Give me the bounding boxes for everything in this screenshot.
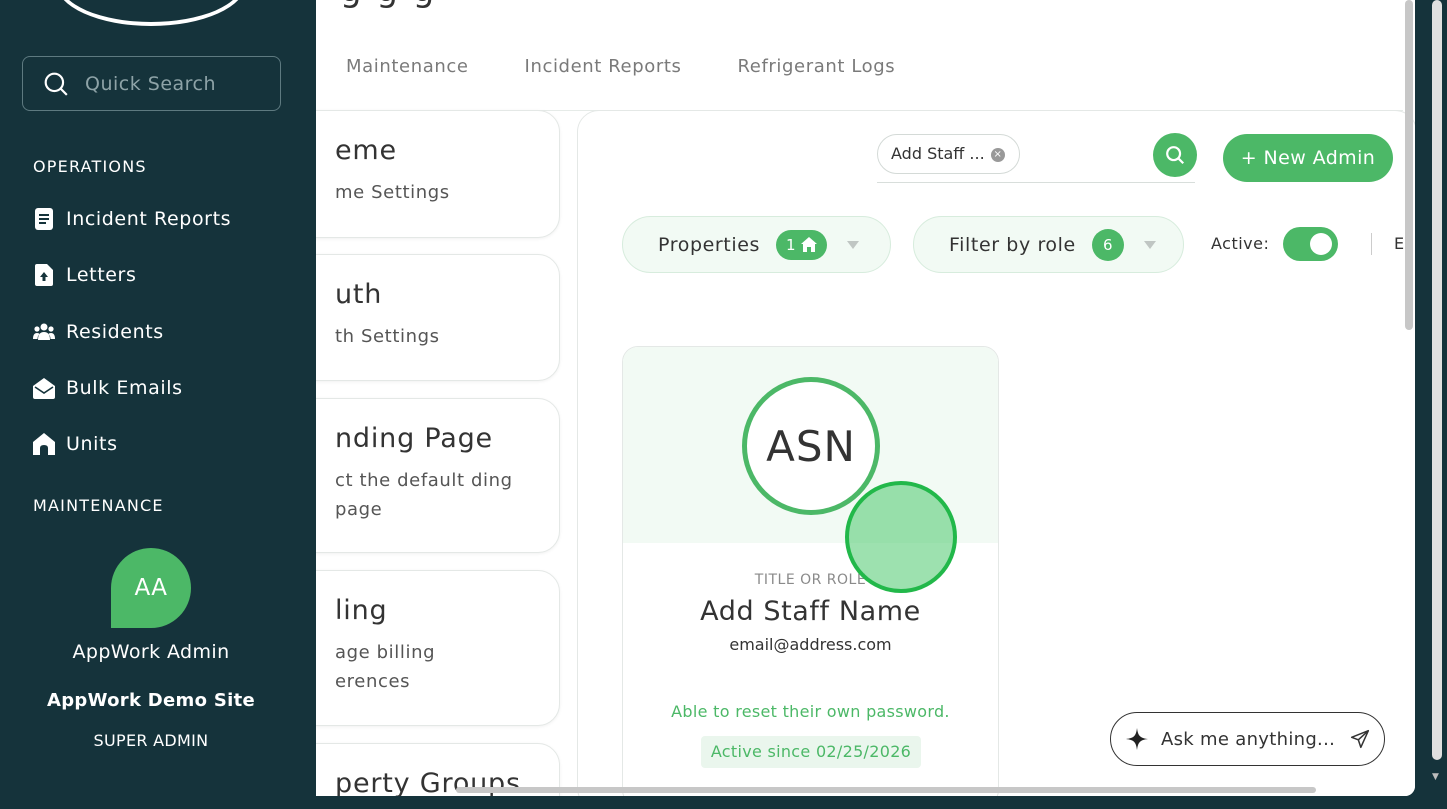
sidebar-item-bulk-emails[interactable]: Bulk Emails — [33, 377, 183, 399]
search-icon — [44, 72, 68, 96]
assistant-placeholder: Ask me anything... — [1161, 728, 1336, 750]
assistant-input[interactable]: Ask me anything... — [1110, 712, 1385, 766]
section-operations: OPERATIONS — [33, 157, 147, 176]
users-icon — [33, 323, 55, 341]
user-role: SUPER ADMIN — [93, 731, 209, 750]
sparkle-icon — [1126, 728, 1148, 750]
settings-card-desc: me Settings — [335, 182, 450, 203]
search-icon — [1166, 146, 1185, 165]
section-maintenance: MAINTENANCE — [33, 496, 164, 515]
role-filter[interactable]: Filter by role 6 — [913, 216, 1184, 273]
chip-clear-icon[interactable]: × — [990, 148, 1005, 162]
settings-card-desc: age billing erences — [335, 642, 436, 692]
settings-card-title: uth — [335, 279, 383, 310]
sidebar-item-label: Bulk Emails — [66, 377, 183, 399]
user-name: AppWork Admin — [72, 641, 230, 663]
tab-incident-reports[interactable]: Incident Reports — [525, 56, 682, 77]
staff-avatar: ASN — [742, 377, 880, 515]
send-icon[interactable] — [1350, 729, 1370, 749]
horizontal-scrollbar[interactable] — [456, 787, 1316, 793]
sidebar-item-label: Letters — [66, 264, 137, 286]
settings-card-title: nding Page — [335, 423, 493, 454]
tab-refrigerant-logs[interactable]: Refrigerant Logs — [737, 56, 895, 77]
quick-search-input[interactable]: Quick Search — [22, 56, 281, 111]
staff-email: email@address.com — [729, 635, 892, 654]
toolbar-divider — [1371, 233, 1372, 255]
sidebar-item-label: Residents — [66, 321, 164, 343]
tab-maintenance[interactable]: Maintenance — [346, 56, 469, 77]
sidebar-item-units[interactable]: Units — [33, 433, 118, 455]
search-button[interactable] — [1153, 133, 1197, 177]
sidebar: Quick Search OPERATIONS Incident Reports… — [0, 0, 316, 809]
properties-count: 1 — [786, 235, 796, 254]
role-count-badge: 6 — [1091, 228, 1124, 261]
report-icon — [33, 208, 55, 230]
sidebar-item-incident-reports[interactable]: Incident Reports — [33, 208, 231, 230]
sidebar-item-residents[interactable]: Residents — [33, 321, 164, 343]
settings-card-desc: th Settings — [335, 326, 440, 347]
window-scrollbar[interactable] — [1432, 0, 1442, 760]
sidebar-item-label: Units — [66, 433, 118, 455]
site-name: AppWork Demo Site — [47, 690, 255, 711]
scroll-down-arrow-icon[interactable]: ▼ — [1432, 772, 1439, 782]
logo — [56, 0, 246, 26]
page-title-clipped: g g g — [340, 0, 436, 10]
properties-count-badge: 1 — [776, 229, 827, 260]
home-icon — [33, 433, 55, 455]
staff-search[interactable]: Add Staff ... × — [877, 134, 1195, 183]
settings-card-title: ling — [335, 595, 388, 626]
properties-filter[interactable]: Properties 1 — [622, 216, 891, 273]
avatar[interactable]: AA — [111, 548, 191, 628]
home-icon — [800, 237, 817, 252]
letter-upload-icon — [33, 264, 55, 286]
staff-name: Add Staff Name — [700, 596, 921, 627]
chevron-down-icon — [846, 240, 859, 249]
chevron-down-icon — [1143, 240, 1156, 249]
new-admin-button[interactable]: + New Admin — [1223, 134, 1393, 182]
settings-tabs: Maintenance Incident Reports Refrigerant… — [346, 56, 895, 77]
panel-scrollbar[interactable] — [1405, 0, 1413, 330]
search-chip-label: Add Staff ... — [891, 144, 985, 163]
envelope-open-icon — [33, 377, 55, 399]
properties-filter-label: Properties — [658, 233, 761, 256]
role-filter-label: Filter by role — [949, 233, 1076, 256]
sidebar-item-label: Incident Reports — [66, 208, 232, 230]
sidebar-item-letters[interactable]: Letters — [33, 264, 136, 286]
touch-indicator — [845, 481, 957, 593]
staff-active-since: Active since 02/25/2026 — [701, 736, 921, 768]
search-chip[interactable]: Add Staff ... × — [877, 134, 1020, 174]
quick-search-placeholder: Quick Search — [85, 72, 217, 95]
staff-password-note: Able to reset their own password. — [671, 702, 950, 721]
settings-card-title: eme — [335, 135, 397, 166]
active-label: Active: — [1211, 234, 1270, 253]
settings-card-desc: ct the default ding page — [335, 470, 513, 520]
clipped-toolbar-text: E — [1394, 234, 1405, 253]
active-toggle[interactable] — [1283, 227, 1338, 261]
